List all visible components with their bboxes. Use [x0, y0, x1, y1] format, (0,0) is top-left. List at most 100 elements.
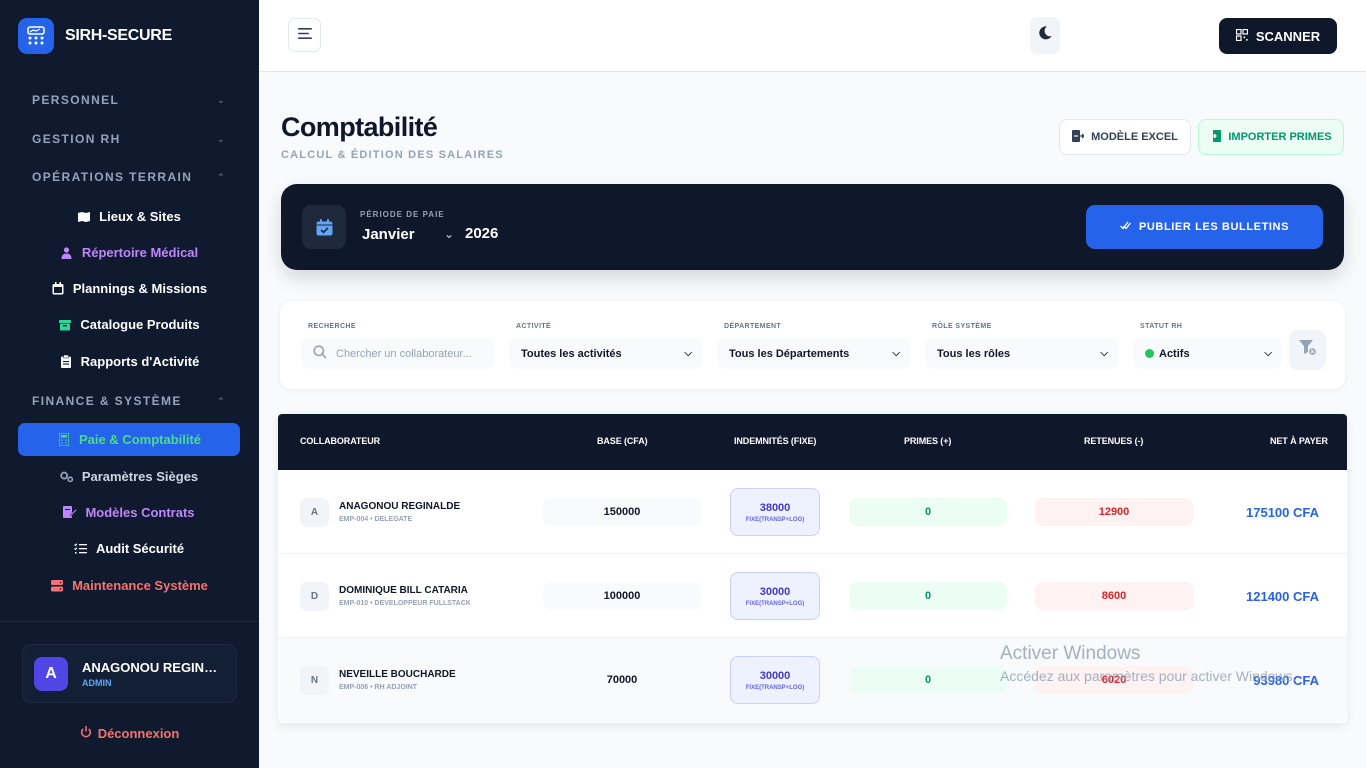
logout-button[interactable]: Déconnexion	[0, 722, 259, 744]
publish-payslips-label: PUBLIER LES BULLETINS	[1138, 221, 1290, 233]
department-select[interactable]: Tous les Départements ⌵	[717, 338, 910, 369]
nav-section-finance-systeme[interactable]: FINANCE & SYSTÈME ⌃	[18, 386, 240, 416]
base-salary-input[interactable]: 150000	[543, 498, 701, 526]
sidebar-item-label: Rapports d'Activité	[80, 354, 200, 369]
column-header-net[interactable]: NET À PAYER	[1270, 436, 1328, 446]
row-avatar: N	[300, 666, 329, 695]
sidebar-item-label: Catalogue Produits	[80, 317, 200, 332]
primes-input[interactable]: 0	[849, 666, 1007, 694]
row-avatar: D	[300, 582, 329, 611]
menu-toggle-button[interactable]	[288, 18, 321, 52]
retenues-input[interactable]: 8600	[1035, 582, 1193, 610]
sidebar-item-maintenance-systeme[interactable]: Maintenance Système	[18, 569, 240, 602]
table-row[interactable]: A ANAGONOU REGINALDE EMP-004 • DELEGATE …	[278, 470, 1347, 554]
list-check-icon	[74, 542, 88, 556]
row-avatar: A	[300, 498, 329, 527]
sidebar-item-label: Répertoire Médical	[81, 245, 199, 260]
employee-name: DOMINIQUE BILL CATARIA	[339, 585, 468, 596]
chevron-up-icon: ⌃	[217, 171, 226, 182]
nav-section-operations-terrain[interactable]: OPÉRATIONS TERRAIN ⌃	[18, 162, 240, 192]
allowance-value: 30000	[759, 585, 791, 598]
base-salary-input[interactable]: 70000	[543, 666, 701, 694]
excel-template-label: MODÈLE EXCEL	[1091, 131, 1178, 143]
allowance-sub: FIXE(TRANSP+LOG)	[745, 600, 805, 607]
theme-toggle-button[interactable]	[1030, 17, 1060, 54]
calculator-icon	[57, 433, 71, 447]
nav-section-label: FINANCE & SYSTÈME	[32, 394, 182, 408]
sidebar-item-paie-comptabilite[interactable]: Paie & Comptabilité	[18, 423, 240, 456]
table-row[interactable]: D DOMINIQUE BILL CATARIA EMP-010 • DEVEL…	[278, 554, 1347, 638]
role-label: RÔLE SYSTÈME	[932, 323, 992, 330]
nav-section-gestion-rh[interactable]: GESTION RH ⌄	[18, 124, 240, 154]
brand[interactable]: SIRH-SECURE	[18, 18, 172, 54]
status-select[interactable]: Actifs ⌵	[1133, 338, 1282, 369]
filter-clear-icon	[1298, 339, 1317, 361]
chevron-down-icon: ⌵	[684, 348, 692, 359]
scanner-button[interactable]: SCANNER	[1219, 18, 1337, 54]
department-label: DÉPARTEMENT	[724, 323, 782, 330]
sidebar-item-rapports-activite[interactable]: Rapports d'Activité	[18, 345, 240, 378]
column-header-indemnites[interactable]: INDEMNITÉS (FIXE)	[734, 436, 816, 446]
sidebar-item-label: Modèles Contrats	[85, 505, 195, 520]
sidebar-item-label: Paramètres Sièges	[81, 469, 199, 484]
nav-section-label: PERSONNEL	[32, 93, 120, 107]
reset-filters-button[interactable]	[1289, 330, 1326, 370]
role-select[interactable]: Tous les rôles ⌵	[925, 338, 1118, 369]
import-primes-button[interactable]: IMPORTER PRIMES	[1198, 119, 1344, 155]
publish-payslips-button[interactable]: PUBLIER LES BULLETINS	[1086, 205, 1323, 249]
sidebar-item-parametres-sieges[interactable]: Paramètres Sièges	[18, 460, 240, 493]
power-icon	[80, 725, 92, 741]
net-pay: 121400 CFA	[1246, 589, 1319, 604]
nav-section-personnel[interactable]: PERSONNEL ⌄	[18, 85, 240, 115]
file-signature-icon	[63, 506, 78, 520]
nav-section-label: OPÉRATIONS TERRAIN	[32, 170, 193, 184]
sidebar-item-repertoire-medical[interactable]: Répertoire Médical	[18, 236, 240, 269]
activity-label: ACTIVITÉ	[516, 323, 552, 330]
nav-section-label: GESTION RH	[32, 132, 121, 146]
sidebar-item-lieux-sites[interactable]: Lieux & Sites	[18, 200, 240, 233]
user-card[interactable]: A ANAGONOU REGINALDE ADMIN	[22, 644, 237, 703]
allowance-value: 30000	[759, 669, 791, 682]
column-header-retenues[interactable]: RETENUES (-)	[1084, 436, 1143, 446]
month-select[interactable]: Janvier	[362, 226, 415, 243]
activity-select[interactable]: Toutes les activités ⌵	[509, 338, 702, 369]
pay-period-banner: PÉRIODE DE PAIE Janvier ⌄ 2026 PUBLIER L…	[281, 184, 1344, 270]
base-salary-input[interactable]: 100000	[543, 582, 701, 610]
calendar-icon	[51, 282, 65, 296]
column-header-collaborateur[interactable]: COLLABORATEUR	[300, 436, 380, 446]
allowance-value: 38000	[759, 501, 791, 514]
search-input[interactable]: Chercher un collaborateur...	[301, 338, 494, 369]
server-icon	[50, 579, 64, 593]
status-label: STATUT RH	[1140, 323, 1183, 330]
sidebar-item-label: Lieux & Sites	[99, 209, 181, 224]
primes-input[interactable]: 0	[849, 582, 1007, 610]
chevron-down-icon: ⌄	[217, 133, 226, 144]
clipboard-icon	[59, 355, 73, 369]
brand-name: SIRH-SECURE	[65, 27, 172, 44]
sidebar-item-plannings-missions[interactable]: Plannings & Missions	[18, 272, 240, 305]
retenues-input[interactable]: 12900	[1035, 498, 1193, 526]
column-header-base[interactable]: BASE (CFA)	[597, 436, 648, 446]
sidebar-item-modeles-contrats[interactable]: Modèles Contrats	[18, 496, 240, 529]
year-input[interactable]: 2026	[465, 225, 498, 242]
allowance-sub: FIXE(TRANSP+LOG)	[745, 684, 805, 691]
calendar-check-icon	[302, 205, 346, 249]
department-value: Tous les Départements	[729, 347, 850, 360]
table-header: COLLABORATEUR BASE (CFA) INDEMNITÉS (FIX…	[278, 414, 1347, 470]
import-primes-label: IMPORTER PRIMES	[1228, 131, 1332, 143]
brand-logo-icon	[18, 18, 54, 54]
excel-template-button[interactable]: MODÈLE EXCEL	[1059, 119, 1191, 155]
sidebar-item-catalogue-produits[interactable]: Catalogue Produits	[18, 308, 240, 341]
avatar: A	[34, 656, 68, 691]
file-import-icon	[1210, 129, 1222, 145]
chevron-down-icon[interactable]: ⌄	[444, 227, 454, 241]
sidebar-item-audit-securite[interactable]: Audit Sécurité	[18, 532, 240, 565]
logout-label: Déconnexion	[97, 725, 180, 741]
column-header-primes[interactable]: PRIMES (+)	[904, 436, 951, 446]
employee-meta: EMP-006 • RH ADJOINT	[339, 684, 418, 691]
windows-activation-subtitle: Accédez aux paramètres pour activer Wind…	[1000, 668, 1297, 684]
primes-input[interactable]: 0	[849, 498, 1007, 526]
net-pay: 175100 CFA	[1246, 505, 1319, 520]
user-doctor-icon	[60, 246, 74, 260]
search-placeholder: Chercher un collaborateur...	[336, 347, 472, 360]
